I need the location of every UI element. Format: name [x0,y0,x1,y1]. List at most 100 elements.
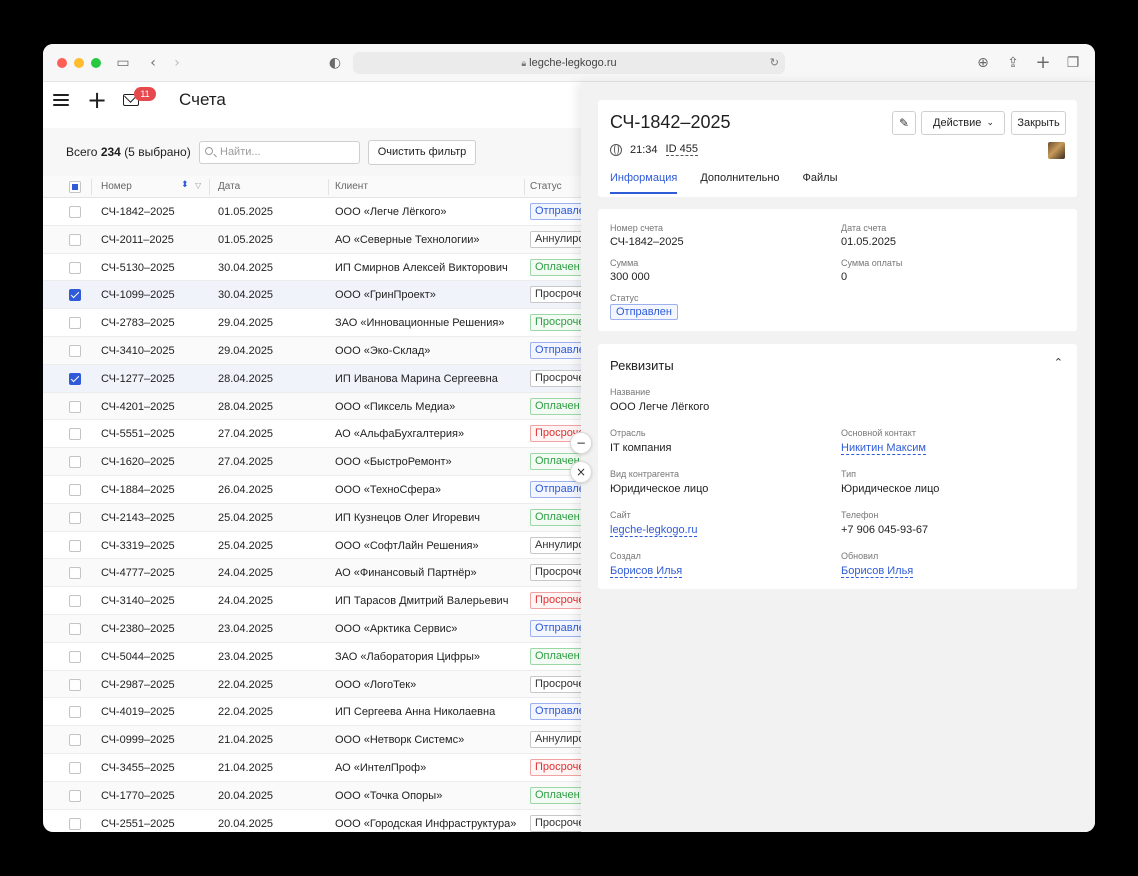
row-checkbox[interactable] [69,206,81,218]
invoice-number: СЧ-5130–2025 [101,261,175,274]
row-checkbox[interactable] [69,567,81,580]
tab-additional[interactable]: Дополнительно [700,172,779,194]
table-row[interactable]: СЧ-3410–2025 29.04.2025 ООО «Эко-Склад» Отп… [43,336,590,365]
row-checkbox[interactable] [69,511,81,524]
tab-files[interactable]: Файлы [803,172,838,194]
table-row[interactable]: СЧ-1620–2025 27.04.2025 ООО «БыстроРемонт»… [43,448,590,476]
action-dropdown[interactable]: Действие ⌄ [921,111,1005,135]
table-row[interactable]: СЧ-2143–2025 25.04.2025 ИП Кузнецов Олег И… [43,503,590,532]
row-checkbox[interactable] [69,289,81,302]
close-panel-button[interactable]: × [570,461,592,483]
invoice-meta: 21:34 ID 455 [610,143,698,156]
invoice-client: ООО «Арктика Сервис» [335,622,458,635]
share-icon[interactable]: ⇪ [1003,53,1023,73]
table-row[interactable]: СЧ-1842–2025 01.05.2025 ООО «Легче Лёгкого… [43,198,590,226]
table-row[interactable]: СЧ-5044–2025 23.04.2025 ЗАО «Лаборатория Ц… [43,643,590,671]
forward-icon[interactable]: › [167,53,187,73]
table-row[interactable]: СЧ-0999–2025 21.04.2025 ООО «Нетворк Систе… [43,726,590,754]
row-checkbox[interactable] [69,483,81,496]
search-icon [205,147,213,155]
name-value: ООО Легче Лёгкого [610,401,710,413]
page-title: Счета [179,90,226,109]
table-row[interactable]: СЧ-3319–2025 25.04.2025 ООО «СофтЛайн Реше… [43,532,590,560]
sort-icon[interactable]: ⬍ [181,180,189,190]
row-checkbox[interactable] [69,539,81,552]
row-checkbox[interactable] [69,761,81,774]
table-row[interactable]: СЧ-3455–2025 21.04.2025 АО «ИнтелПроф» Прос… [43,754,590,782]
table-row[interactable]: СЧ-5551–2025 27.04.2025 АО «АльфаБухгалтер… [43,420,590,449]
avatar[interactable] [1048,142,1065,159]
table-row[interactable]: СЧ-4777–2025 24.04.2025 АО «Финансовый Пар… [43,559,590,588]
row-checkbox[interactable] [69,706,81,719]
search-input[interactable]: Найти... [199,141,360,164]
invoice-number: СЧ-2011–2025 [101,233,174,246]
table-row[interactable]: СЧ-5130–2025 30.04.2025 ИП Смирнов Алексей… [43,254,590,282]
close-button[interactable]: Закрыть [1011,111,1066,135]
row-checkbox[interactable] [69,317,81,330]
sidebar-icon[interactable]: ▭ [113,53,133,73]
column-number[interactable]: Номер [101,181,132,192]
row-checkbox[interactable] [69,428,81,441]
table-row[interactable]: СЧ-2783–2025 29.04.2025 ЗАО «Инновационные… [43,309,590,337]
tab-info[interactable]: Информация [610,172,678,194]
minimize-panel-button[interactable]: − [570,432,592,454]
row-checkbox[interactable] [69,650,81,663]
table-row[interactable]: СЧ-1277–2025 28.04.2025 ИП Иванова Марина … [43,364,590,393]
table-row[interactable]: СЧ-2380–2025 23.04.2025 ООО «Арктика Серви… [43,614,590,643]
row-checkbox[interactable] [69,344,81,357]
table-row[interactable]: СЧ-2987–2025 22.04.2025 ООО «ЛогоТек» Проср… [43,670,590,699]
row-checkbox[interactable] [69,817,81,830]
row-checkbox[interactable] [69,261,81,274]
row-checkbox[interactable] [69,678,81,691]
menu-icon[interactable] [53,94,69,106]
site-link[interactable]: legche-legkogo.ru [610,524,698,537]
invoice-number: СЧ-5551–2025 [101,428,175,441]
download-icon[interactable]: ⊕ [973,53,993,73]
search-placeholder: Найти... [220,146,261,158]
new-tab-icon[interactable]: + [1033,53,1053,73]
shield-icon[interactable]: ◐ [325,53,345,73]
chevron-up-icon[interactable]: ⌃ [1054,356,1063,369]
sum-label: Сумма [610,258,639,268]
table-row[interactable]: СЧ-4201–2025 28.04.2025 ООО «Пиксель Медиа… [43,392,590,421]
updated-label: Обновил [841,551,879,561]
reload-icon[interactable]: ↻ [770,52,779,74]
table-row[interactable]: СЧ-2551–2025 20.04.2025 ООО «Городская Инф… [43,810,590,832]
invoice-id[interactable]: ID 455 [665,143,698,156]
invoice-date: 23.04.2025 [218,650,274,663]
maximize-window-button[interactable] [91,58,101,68]
invoice-number: СЧ-2380–2025 [101,622,175,635]
row-checkbox[interactable] [69,233,81,246]
close-window-button[interactable] [57,58,67,68]
table-row[interactable]: СЧ-4019–2025 22.04.2025 ИП Сергеева Анна Н… [43,698,590,727]
row-checkbox[interactable] [69,456,81,469]
table-row[interactable]: СЧ-1099–2025 30.04.2025 ООО «ГринПроект» Пр… [43,281,590,310]
table-row[interactable]: СЧ-2011–2025 01.05.2025 АО «Северные Техно… [43,225,590,254]
row-checkbox[interactable] [69,734,81,747]
created-link[interactable]: Борисов Илья [610,565,683,578]
column-client[interactable]: Клиент [335,181,368,192]
row-checkbox[interactable] [69,372,81,385]
table-row[interactable]: СЧ-1770–2025 20.04.2025 ООО «Точка Опоры» О… [43,781,590,810]
address-bar[interactable]: 🔒︎ legche-legkogo.ru ↻ [353,52,785,74]
column-date[interactable]: Дата [218,181,240,192]
row-checkbox[interactable] [69,595,81,608]
updated-link[interactable]: Борисов Илья [841,565,914,578]
minimize-window-button[interactable] [74,58,84,68]
table-row[interactable]: СЧ-3140–2025 24.04.2025 ИП Тарасов Дмитрий… [43,587,590,615]
column-status[interactable]: Статус [530,181,562,192]
invoice-date: 29.04.2025 [218,317,274,330]
invoice-number: СЧ-1884–2025 [101,483,175,496]
add-icon[interactable]: + [87,86,107,114]
row-checkbox[interactable] [69,400,81,413]
clear-filter-button[interactable]: Очистить фильтр [368,140,476,165]
select-all-checkbox[interactable] [69,181,81,193]
tabs-overview-icon[interactable]: ❐ [1063,53,1083,73]
edit-button[interactable]: ✎ [892,111,916,135]
contact-link[interactable]: Никитин Максим [841,442,926,455]
row-checkbox[interactable] [69,789,81,802]
table-row[interactable]: СЧ-1884–2025 26.04.2025 ООО «ТехноСфера» От… [43,476,590,504]
back-icon[interactable]: ‹ [143,53,163,73]
row-checkbox[interactable] [69,622,81,635]
filter-icon[interactable]: ▽ [195,181,201,190]
